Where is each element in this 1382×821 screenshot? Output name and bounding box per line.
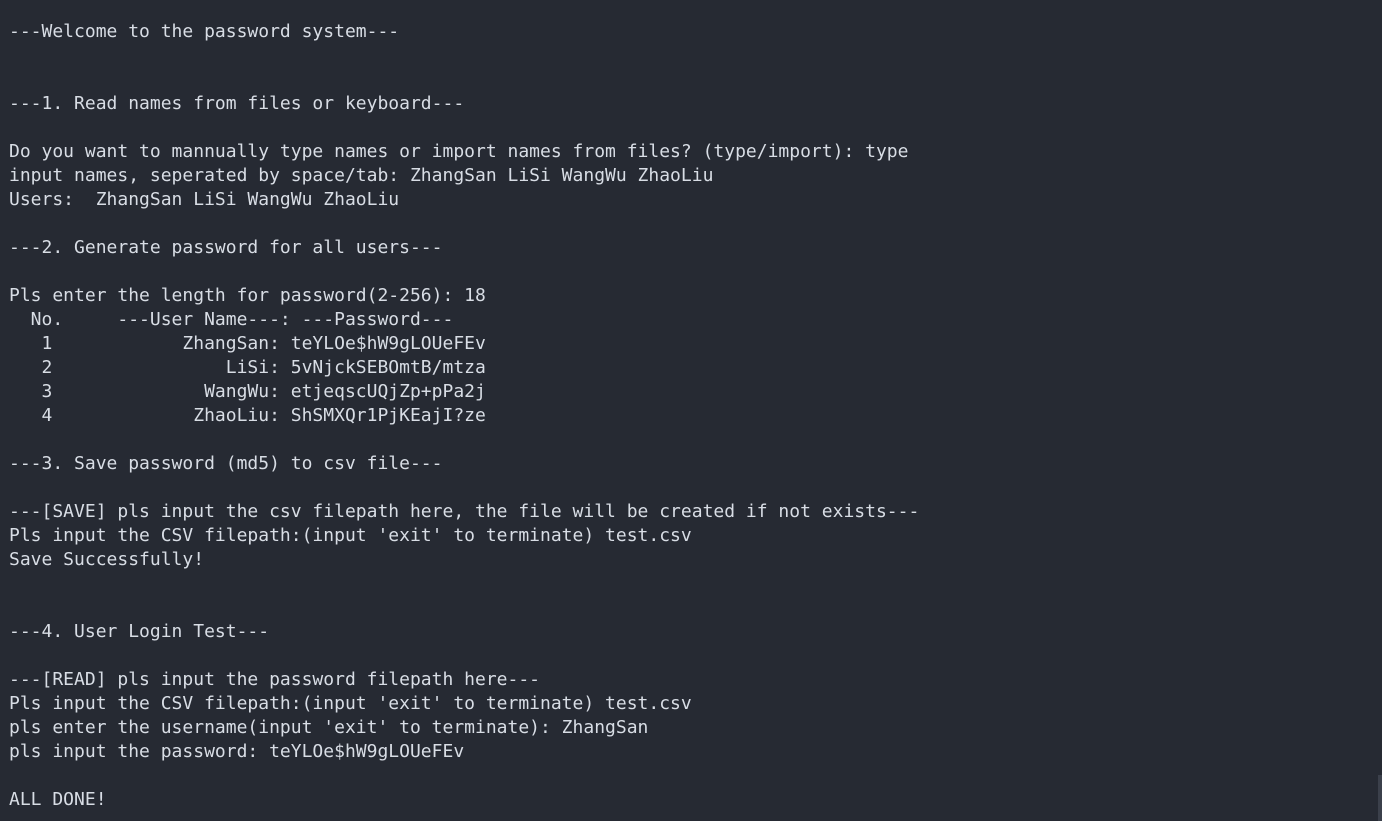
terminal-line: ---4. User Login Test--- bbox=[9, 621, 270, 642]
terminal-line: ---3. Save password (md5) to csv file--- bbox=[9, 453, 443, 474]
terminal-line: No. ---User Name---: ---Password--- bbox=[9, 309, 454, 330]
terminal-output[interactable]: ---Welcome to the password system--- ---… bbox=[0, 0, 1382, 821]
terminal-line: ---[SAVE] pls input the csv filepath her… bbox=[9, 501, 920, 522]
terminal-line: Users: ZhangSan LiSi WangWu ZhaoLiu bbox=[9, 189, 400, 210]
terminal-line: pls enter the username(input 'exit' to t… bbox=[9, 717, 649, 738]
terminal-line: 2 LiSi: 5vNjckSEBOmtB/mtza bbox=[9, 357, 486, 378]
terminal-line: 1 ZhangSan: teYLOe$hW9gLOUeFEv bbox=[9, 333, 486, 354]
terminal-line: ---Welcome to the password system--- bbox=[9, 21, 400, 42]
terminal-line: 3 WangWu: etjeqscUQjZp+pPa2j bbox=[9, 381, 486, 402]
terminal-line: 4 ZhaoLiu: ShSMXQr1PjKEajI?ze bbox=[9, 405, 486, 426]
terminal-line: Save Successfully! bbox=[9, 549, 205, 570]
terminal-line: ---2. Generate password for all users--- bbox=[9, 237, 443, 258]
vertical-scrollbar[interactable] bbox=[1376, 0, 1382, 821]
terminal-line: ---1. Read names from files or keyboard-… bbox=[9, 93, 465, 114]
terminal-line: ---[READ] pls input the password filepat… bbox=[9, 669, 541, 690]
terminal-line: Do you want to mannually type names or i… bbox=[9, 141, 909, 162]
terminal-line: pls input the password: teYLOe$hW9gLOUeF… bbox=[9, 741, 465, 762]
scrollbar-thumb[interactable] bbox=[1378, 775, 1382, 821]
terminal-line: Pls input the CSV filepath:(input 'exit'… bbox=[9, 693, 692, 714]
terminal-line: input names, seperated by space/tab: Zha… bbox=[9, 165, 714, 186]
terminal-line: ALL DONE! bbox=[9, 789, 107, 810]
terminal-line: Pls input the CSV filepath:(input 'exit'… bbox=[9, 525, 692, 546]
terminal-line: Pls enter the length for password(2-256)… bbox=[9, 285, 486, 306]
